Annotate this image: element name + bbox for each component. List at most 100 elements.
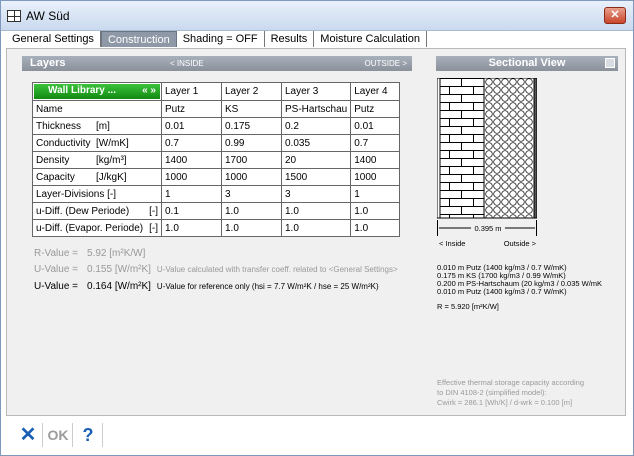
- table-row: Name Putz KS PS-Hartschau Putz: [32, 100, 401, 118]
- expand-icon[interactable]: [605, 58, 615, 68]
- tab-moisture-calculation[interactable]: Moisture Calculation: [314, 31, 427, 47]
- cancel-button[interactable]: ✕: [16, 423, 40, 447]
- cell-conductivity-layer-1[interactable]: 0.7: [161, 134, 222, 152]
- tab-shading[interactable]: Shading = OFF: [177, 31, 265, 47]
- inside-label: < INSIDE: [170, 59, 204, 68]
- section-outside-label: Outside >: [504, 239, 537, 248]
- column-header-layer-4: Layer 4: [350, 82, 401, 101]
- cell-udiff-dew-layer-2[interactable]: 1.0: [221, 202, 282, 220]
- cell-thickness-layer-4[interactable]: 0.01: [350, 117, 401, 135]
- wall-section-drawing: 0.395 m < Inside Outside >: [437, 78, 537, 248]
- cell-name-layer-1[interactable]: Putz: [161, 100, 222, 118]
- cell-udiff-evapor-layer-4[interactable]: 1.0: [350, 219, 401, 237]
- section-inside-label: < Inside: [439, 239, 465, 248]
- tab-general-settings[interactable]: General Settings: [6, 31, 101, 47]
- cell-udiff-dew-layer-3[interactable]: 1.0: [280, 202, 352, 220]
- cell-conductivity-layer-4[interactable]: 0.7: [350, 134, 401, 152]
- cell-udiff-evapor-layer-1[interactable]: 1.0: [161, 219, 222, 237]
- cell-name-layer-2[interactable]: KS: [221, 100, 282, 118]
- cell-capacity-layer-2[interactable]: 1000: [221, 168, 282, 186]
- cell-udiff-dew-layer-4[interactable]: 1.0: [350, 202, 401, 220]
- row-label-layer-divisions: Layer-Divisions [-]: [36, 188, 117, 200]
- cell-thickness-layer-2[interactable]: 0.175: [221, 117, 282, 135]
- row-label-udiff-dew: u-Diff. (Dew Periode): [36, 205, 130, 217]
- row-label-thickness: Thickness: [36, 120, 82, 132]
- cell-divisions-layer-4[interactable]: 1: [350, 185, 401, 203]
- storage-line-1: Effective thermal storage capacity accor…: [437, 378, 585, 387]
- row-label-conductivity: Conductivity: [36, 137, 91, 149]
- column-header-layer-1: Layer 1: [161, 82, 222, 101]
- layer-line-4: 0.010 m Putz (1400 kg/m3 / 0.7 W/mK): [437, 287, 567, 296]
- outside-label: OUTSIDE >: [364, 59, 407, 68]
- u-value-ref-label: U-Value =: [34, 281, 79, 292]
- cell-density-layer-1[interactable]: 1400: [161, 151, 222, 169]
- cell-conductivity-layer-3[interactable]: 0.035: [280, 134, 352, 152]
- column-header-layer-3: Layer 3: [280, 82, 352, 101]
- row-unit-udiff-dew: [-]: [149, 205, 158, 217]
- cell-density-layer-2[interactable]: 1700: [221, 151, 282, 169]
- r-value-line: R-Value = 5.92 [m²K/W]: [34, 248, 145, 259]
- cell-density-layer-4[interactable]: 1400: [350, 151, 401, 169]
- window-title: AW Süd: [26, 9, 70, 23]
- wall-library-button[interactable]: Wall Library ... « »: [34, 84, 160, 99]
- footer-divider: [42, 423, 43, 447]
- table-row: u-Diff. (Dew Periode) [-] 0.1 1.0 1.0 1.0: [32, 202, 401, 220]
- section-r-value: R = 5.920 [m²K/W]: [437, 302, 499, 311]
- cell-capacity-layer-1[interactable]: 1000: [161, 168, 222, 186]
- wall-library-arrows-icon[interactable]: « »: [142, 84, 156, 98]
- footer-toolbar: ✕ OK ?: [6, 419, 626, 449]
- storage-capacity-info: Effective thermal storage capacity accor…: [437, 378, 584, 408]
- row-unit-udiff-evapor: [-]: [149, 222, 158, 234]
- cell-density-layer-3[interactable]: 20: [280, 151, 352, 169]
- cell-capacity-layer-3[interactable]: 1500: [280, 168, 352, 186]
- table-row: Thickness [m] 0.01 0.175 0.2 0.01: [32, 117, 401, 135]
- cell-conductivity-layer-2[interactable]: 0.99: [221, 134, 282, 152]
- row-label-name: Name: [36, 103, 63, 115]
- cell-udiff-dew-layer-1[interactable]: 0.1: [161, 202, 222, 220]
- close-button[interactable]: ✕: [604, 7, 626, 24]
- cell-name-layer-3[interactable]: PS-Hartschau: [280, 100, 352, 118]
- insulation-layer: [483, 78, 535, 219]
- layers-title: Layers: [30, 57, 66, 69]
- u-value-ref-value: 0.164 [W/m²K]: [87, 281, 151, 292]
- column-header-layer-2: Layer 2: [221, 82, 282, 101]
- cell-thickness-layer-3[interactable]: 0.2: [280, 117, 352, 135]
- help-button[interactable]: ?: [76, 423, 100, 447]
- cell-udiff-evapor-layer-3[interactable]: 1.0: [280, 219, 352, 237]
- row-unit-thickness: [m]: [96, 120, 110, 132]
- footer-divider: [102, 423, 103, 447]
- cell-name-layer-4[interactable]: Putz: [350, 100, 401, 118]
- tab-construction[interactable]: Construction: [100, 31, 177, 47]
- row-unit-capacity: [J/kgK]: [96, 171, 127, 183]
- cell-udiff-evapor-layer-2[interactable]: 1.0: [221, 219, 282, 237]
- storage-line-3: Cwirk = 286.1 [Wh/K] / d-wrk = 0.100 [m]: [437, 398, 573, 407]
- u-value-calc-label: U-Value =: [34, 264, 79, 275]
- cell-divisions-layer-3[interactable]: 3: [280, 185, 352, 203]
- title-bar: AW Süd ✕: [1, 1, 633, 31]
- cell-divisions-layer-2[interactable]: 3: [221, 185, 282, 203]
- row-label-density: Density: [36, 154, 70, 166]
- layers-header: Layers < INSIDE OUTSIDE >: [22, 56, 412, 71]
- wall-library-label: Wall Library ...: [48, 85, 116, 96]
- tab-results[interactable]: Results: [265, 31, 315, 47]
- r-value-value: 5.92 [m²K/W]: [87, 248, 146, 259]
- row-unit-density: [kg/m³]: [96, 154, 127, 166]
- u-value-calc-line: U-Value = 0.155 [W/m²K] U-Value calculated…: [34, 264, 398, 275]
- table-row: Layer-Divisions [-] 1 3 3 1: [32, 185, 401, 203]
- cell-thickness-layer-1[interactable]: 0.01: [161, 117, 222, 135]
- total-thickness-label: 0.395 m: [474, 224, 501, 233]
- footer-divider: [72, 423, 73, 447]
- layers-table: Wall Library ... « » Layer 1 Layer 2 Lay…: [32, 82, 401, 237]
- brick-layer: [439, 78, 485, 219]
- cell-divisions-layer-1[interactable]: 1: [161, 185, 222, 203]
- storage-line-2: to DIN 4108-2 (simplified model):: [437, 388, 547, 397]
- table-row: Capacity [J/kgK] 1000 1000 1500 1000: [32, 168, 401, 186]
- cell-capacity-layer-4[interactable]: 1000: [350, 168, 401, 186]
- ok-button[interactable]: OK: [46, 423, 70, 447]
- table-row: Density [kg/m³] 1400 1700 20 1400: [32, 151, 401, 169]
- table-row: u-Diff. (Evapor. Periode) [-] 1.0 1.0 1.0…: [32, 219, 401, 237]
- row-unit-conductivity: [W/mK]: [96, 137, 129, 149]
- u-value-ref-note: U-Value for reference only (hsi = 7.7 W/…: [156, 282, 379, 291]
- sectional-view-header: Sectional View: [436, 56, 618, 71]
- u-value-ref-line: U-Value = 0.164 [W/m²K] U-Value for refere…: [34, 281, 379, 292]
